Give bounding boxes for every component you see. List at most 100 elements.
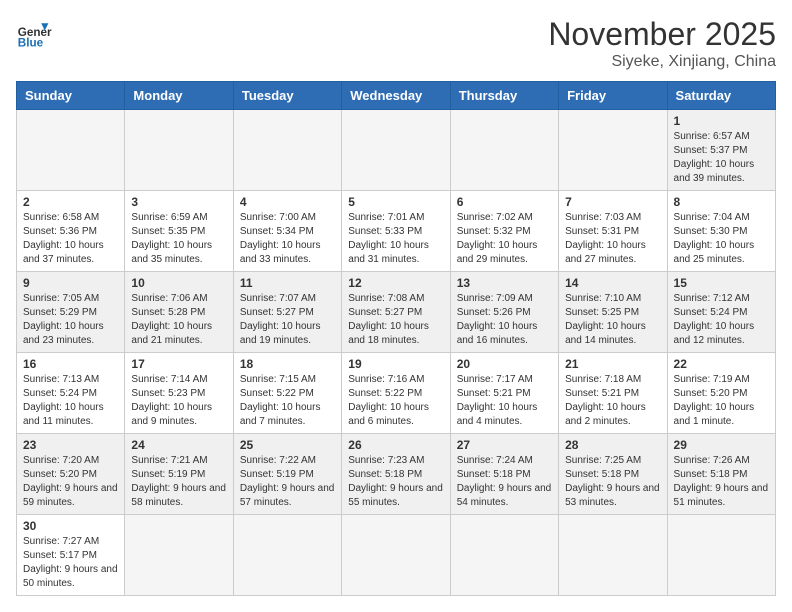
- calendar-cell: [342, 515, 450, 596]
- calendar-cell: [125, 110, 233, 191]
- calendar-cell: 7 Sunrise: 7:03 AM Sunset: 5:31 PM Daylig…: [559, 191, 667, 272]
- page-header: General Blue November 2025 Siyeke, Xinji…: [16, 16, 776, 71]
- logo-icon: General Blue: [16, 16, 52, 52]
- day-number: 30: [23, 519, 118, 533]
- calendar-cell: 9Sunrise: 7:05 AM Sunset: 5:29 PM Daylig…: [17, 272, 125, 353]
- calendar-cell: 4 Sunrise: 7:00 AM Sunset: 5:34 PM Daylig…: [233, 191, 341, 272]
- calendar-cell: 13 Sunrise: 7:09 AM Sunset: 5:26 PM Dayli…: [450, 272, 558, 353]
- calendar-cell: 16 Sunrise: 7:13 AM Sunset: 5:24 PM Dayli…: [17, 353, 125, 434]
- day-info: Sunrise: 7:06 AM Sunset: 5:28 PM Dayligh…: [131, 292, 226, 348]
- day-info: Sunrise: 7:14 AM Sunset: 5:23 PM Dayligh…: [131, 373, 226, 429]
- calendar-cell: 20 Sunrise: 7:17 AM Sunset: 5:21 PM Dayli…: [450, 353, 558, 434]
- day-number: 2: [23, 195, 118, 209]
- calendar-week-row: 16 Sunrise: 7:13 AM Sunset: 5:24 PM Dayli…: [17, 353, 776, 434]
- calendar-cell: 6 Sunrise: 7:02 AM Sunset: 5:32 PM Daylig…: [450, 191, 558, 272]
- calendar-cell: [450, 110, 558, 191]
- location-title: Siyeke, Xinjiang, China: [548, 53, 776, 71]
- day-number: 25: [240, 438, 335, 452]
- calendar-cell: [342, 110, 450, 191]
- day-info: Sunrise: 7:24 AM Sunset: 5:18 PM Dayligh…: [457, 454, 552, 510]
- day-number: 26: [348, 438, 443, 452]
- day-info: Sunrise: 7:22 AM Sunset: 5:19 PM Dayligh…: [240, 454, 335, 510]
- day-number: 21: [565, 357, 660, 371]
- weekday-header-sunday: Sunday: [17, 82, 125, 110]
- day-info: Sunrise: 7:17 AM Sunset: 5:21 PM Dayligh…: [457, 373, 552, 429]
- calendar-cell: [233, 515, 341, 596]
- day-number: 28: [565, 438, 660, 452]
- day-info: Sunrise: 6:57 AM Sunset: 5:37 PM Dayligh…: [674, 130, 769, 186]
- day-number: 9: [23, 276, 118, 290]
- calendar-cell: 5 Sunrise: 7:01 AM Sunset: 5:33 PM Daylig…: [342, 191, 450, 272]
- day-number: 10: [131, 276, 226, 290]
- calendar-cell: 26 Sunrise: 7:23 AM Sunset: 5:18 PM Dayli…: [342, 434, 450, 515]
- day-info: Sunrise: 7:00 AM Sunset: 5:34 PM Dayligh…: [240, 211, 335, 267]
- day-info: Sunrise: 7:13 AM Sunset: 5:24 PM Dayligh…: [23, 373, 118, 429]
- day-info: Sunrise: 6:58 AM Sunset: 5:36 PM Dayligh…: [23, 211, 118, 267]
- calendar-cell: 10 Sunrise: 7:06 AM Sunset: 5:28 PM Dayli…: [125, 272, 233, 353]
- calendar-cell: 23Sunrise: 7:20 AM Sunset: 5:20 PM Dayli…: [17, 434, 125, 515]
- calendar-cell: 29 Sunrise: 7:26 AM Sunset: 5:18 PM Dayli…: [667, 434, 775, 515]
- weekday-header-tuesday: Tuesday: [233, 82, 341, 110]
- calendar-week-row: 2 Sunrise: 6:58 AM Sunset: 5:36 PM Daylig…: [17, 191, 776, 272]
- day-info: Sunrise: 7:23 AM Sunset: 5:18 PM Dayligh…: [348, 454, 443, 510]
- day-number: 13: [457, 276, 552, 290]
- day-info: Sunrise: 7:15 AM Sunset: 5:22 PM Dayligh…: [240, 373, 335, 429]
- day-info: Sunrise: 7:19 AM Sunset: 5:20 PM Dayligh…: [674, 373, 769, 429]
- day-info: Sunrise: 7:03 AM Sunset: 5:31 PM Dayligh…: [565, 211, 660, 267]
- calendar-cell: 19Sunrise: 7:16 AM Sunset: 5:22 PM Dayli…: [342, 353, 450, 434]
- day-number: 15: [674, 276, 769, 290]
- day-number: 24: [131, 438, 226, 452]
- calendar-cell: [450, 515, 558, 596]
- weekday-header-row: SundayMondayTuesdayWednesdayThursdayFrid…: [17, 82, 776, 110]
- day-number: 18: [240, 357, 335, 371]
- title-area: November 2025 Siyeke, Xinjiang, China: [548, 16, 776, 71]
- calendar-cell: 12 Sunrise: 7:08 AM Sunset: 5:27 PM Dayli…: [342, 272, 450, 353]
- day-number: 27: [457, 438, 552, 452]
- calendar-cell: 17 Sunrise: 7:14 AM Sunset: 5:23 PM Dayli…: [125, 353, 233, 434]
- calendar-cell: 21 Sunrise: 7:18 AM Sunset: 5:21 PM Dayli…: [559, 353, 667, 434]
- day-number: 4: [240, 195, 335, 209]
- calendar-week-row: 23Sunrise: 7:20 AM Sunset: 5:20 PM Dayli…: [17, 434, 776, 515]
- calendar-cell: [667, 515, 775, 596]
- day-info: Sunrise: 7:02 AM Sunset: 5:32 PM Dayligh…: [457, 211, 552, 267]
- day-number: 23: [23, 438, 118, 452]
- month-title: November 2025: [548, 16, 776, 53]
- day-info: Sunrise: 7:27 AM Sunset: 5:17 PM Dayligh…: [23, 535, 118, 591]
- calendar-cell: 3 Sunrise: 6:59 AM Sunset: 5:35 PM Daylig…: [125, 191, 233, 272]
- calendar-week-row: 9Sunrise: 7:05 AM Sunset: 5:29 PM Daylig…: [17, 272, 776, 353]
- day-info: Sunrise: 7:21 AM Sunset: 5:19 PM Dayligh…: [131, 454, 226, 510]
- day-number: 17: [131, 357, 226, 371]
- day-number: 7: [565, 195, 660, 209]
- weekday-header-thursday: Thursday: [450, 82, 558, 110]
- day-info: Sunrise: 7:18 AM Sunset: 5:21 PM Dayligh…: [565, 373, 660, 429]
- calendar-cell: 24 Sunrise: 7:21 AM Sunset: 5:19 PM Dayli…: [125, 434, 233, 515]
- day-info: Sunrise: 7:04 AM Sunset: 5:30 PM Dayligh…: [674, 211, 769, 267]
- day-info: Sunrise: 7:09 AM Sunset: 5:26 PM Dayligh…: [457, 292, 552, 348]
- day-info: Sunrise: 7:01 AM Sunset: 5:33 PM Dayligh…: [348, 211, 443, 267]
- calendar-cell: [559, 515, 667, 596]
- calendar-cell: [17, 110, 125, 191]
- day-number: 16: [23, 357, 118, 371]
- calendar-cell: 8Sunrise: 7:04 AM Sunset: 5:30 PM Daylig…: [667, 191, 775, 272]
- day-number: 5: [348, 195, 443, 209]
- day-number: 12: [348, 276, 443, 290]
- weekday-header-monday: Monday: [125, 82, 233, 110]
- calendar-week-row: 1Sunrise: 6:57 AM Sunset: 5:37 PM Daylig…: [17, 110, 776, 191]
- day-info: Sunrise: 7:12 AM Sunset: 5:24 PM Dayligh…: [674, 292, 769, 348]
- weekday-header-saturday: Saturday: [667, 82, 775, 110]
- day-info: Sunrise: 6:59 AM Sunset: 5:35 PM Dayligh…: [131, 211, 226, 267]
- day-number: 22: [674, 357, 769, 371]
- calendar-cell: 22 Sunrise: 7:19 AM Sunset: 5:20 PM Dayli…: [667, 353, 775, 434]
- day-number: 20: [457, 357, 552, 371]
- day-info: Sunrise: 7:26 AM Sunset: 5:18 PM Dayligh…: [674, 454, 769, 510]
- day-number: 29: [674, 438, 769, 452]
- calendar-cell: 25 Sunrise: 7:22 AM Sunset: 5:19 PM Dayli…: [233, 434, 341, 515]
- calendar-cell: 11Sunrise: 7:07 AM Sunset: 5:27 PM Dayli…: [233, 272, 341, 353]
- calendar-cell: 2 Sunrise: 6:58 AM Sunset: 5:36 PM Daylig…: [17, 191, 125, 272]
- day-info: Sunrise: 7:08 AM Sunset: 5:27 PM Dayligh…: [348, 292, 443, 348]
- day-number: 6: [457, 195, 552, 209]
- day-number: 3: [131, 195, 226, 209]
- calendar-cell: 18 Sunrise: 7:15 AM Sunset: 5:22 PM Dayli…: [233, 353, 341, 434]
- calendar-cell: 14Sunrise: 7:10 AM Sunset: 5:25 PM Dayli…: [559, 272, 667, 353]
- weekday-header-friday: Friday: [559, 82, 667, 110]
